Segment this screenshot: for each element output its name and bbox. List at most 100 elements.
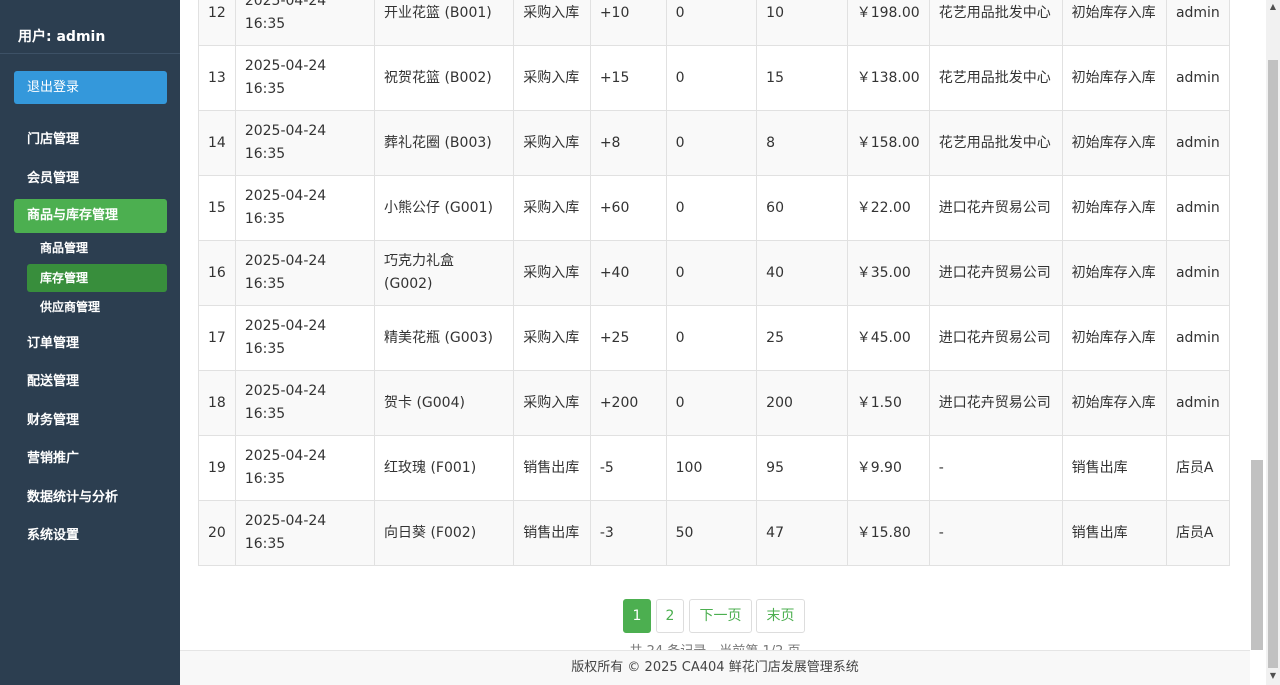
row-operator: 店员A — [1165, 435, 1231, 501]
row-type: 采购入库 — [513, 305, 591, 371]
row-supplier: 花艺用品批发中心 — [928, 110, 1063, 176]
sidebar: 用户: admin 退出登录 门店管理 会员管理 商品与库存管理 商品管理 库存… — [0, 0, 180, 685]
row-stock-before: 0 — [665, 175, 758, 241]
row-time: 2025-04-24 16:35 — [234, 45, 376, 111]
sidebar-item-products-inventory[interactable]: 商品与库存管理 — [14, 199, 167, 233]
row-product: 精美花瓶 (G003) — [374, 305, 515, 371]
row-change: +15 — [589, 45, 667, 111]
sidebar-subitem-suppliers[interactable]: 供应商管理 — [27, 293, 167, 321]
row-product: 贺卡 (G004) — [374, 370, 515, 436]
table-row: 19 2025-04-24 16:35 红玫瑰 (F001) 销售出库 -5 100 95 ￥… — [198, 435, 1231, 501]
row-note: 初始库存入库 — [1061, 110, 1167, 176]
row-price: ￥9.90 — [846, 435, 930, 501]
row-time: 2025-04-24 16:35 — [234, 175, 376, 241]
row-stock-before: 0 — [665, 110, 758, 176]
row-supplier: - — [928, 500, 1063, 566]
sidebar-item-finance[interactable]: 财务管理 — [14, 404, 167, 438]
sidebar-subitem-inventory[interactable]: 库存管理 — [27, 264, 167, 292]
row-stock-before: 0 — [665, 370, 758, 436]
row-operator: admin — [1165, 305, 1231, 371]
row-supplier: 花艺用品批发中心 — [928, 45, 1063, 111]
row-id: 14 — [198, 110, 236, 176]
row-time: 2025-04-24 16:35 — [234, 370, 376, 436]
sidebar-item-marketing[interactable]: 营销推广 — [14, 442, 167, 476]
row-supplier: 进口花卉贸易公司 — [928, 370, 1063, 436]
row-note: 初始库存入库 — [1061, 0, 1167, 46]
row-operator: 店员A — [1165, 500, 1231, 566]
page-2-button[interactable]: 2 — [656, 599, 684, 633]
row-price: ￥158.00 — [846, 110, 930, 176]
row-operator: admin — [1165, 110, 1231, 176]
row-stock-before: 0 — [665, 0, 758, 46]
row-price: ￥198.00 — [846, 0, 930, 46]
sidebar-divider — [0, 53, 180, 54]
row-change: +60 — [589, 175, 667, 241]
row-stock-before: 0 — [665, 305, 758, 371]
row-id: 20 — [198, 500, 236, 566]
row-operator: admin — [1165, 45, 1231, 111]
inner-scrollbar-thumb[interactable] — [1251, 460, 1263, 650]
row-product: 小熊公仔 (G001) — [374, 175, 515, 241]
page-1-button[interactable]: 1 — [623, 599, 651, 633]
row-change: +40 — [589, 240, 667, 306]
row-change: +200 — [589, 370, 667, 436]
row-time: 2025-04-24 16:35 — [234, 305, 376, 371]
row-id: 12 — [198, 0, 236, 46]
row-stock-before: 0 — [665, 240, 758, 306]
sidebar-item-orders[interactable]: 订单管理 — [14, 327, 167, 361]
inventory-records-table: 12 2025-04-24 16:35 开业花篮 (B001) 采购入库 +10 0 10 ￥… — [198, 0, 1231, 566]
row-supplier: 进口花卉贸易公司 — [928, 175, 1063, 241]
row-note: 初始库存入库 — [1061, 175, 1167, 241]
sidebar-item-analytics[interactable]: 数据统计与分析 — [14, 481, 167, 515]
table-row: 13 2025-04-24 16:35 祝贺花篮 (B002) 采购入库 +15 0 15 ￥… — [198, 45, 1231, 111]
row-price: ￥35.00 — [846, 240, 930, 306]
row-supplier: 进口花卉贸易公司 — [928, 305, 1063, 371]
sidebar-item-delivery[interactable]: 配送管理 — [14, 365, 167, 399]
sidebar-subitem-products[interactable]: 商品管理 — [27, 234, 167, 262]
scroll-down-arrow-icon[interactable]: ▼ — [1266, 671, 1280, 680]
row-product: 向日葵 (F002) — [374, 500, 515, 566]
scroll-up-arrow-icon[interactable]: ▲ — [1266, 2, 1280, 11]
sidebar-item-members[interactable]: 会员管理 — [14, 162, 167, 196]
row-change: -3 — [589, 500, 667, 566]
row-stock-before: 50 — [665, 500, 758, 566]
row-time: 2025-04-24 16:35 — [234, 110, 376, 176]
row-type: 采购入库 — [513, 0, 591, 46]
row-stock-after: 8 — [756, 110, 848, 176]
row-price: ￥1.50 — [846, 370, 930, 436]
next-page-button[interactable]: 下一页 — [689, 599, 752, 633]
footer-copyright: 版权所有 © 2025 CA404 鲜花门店发展管理系统 — [180, 650, 1250, 685]
row-change: +8 — [589, 110, 667, 176]
row-change: -5 — [589, 435, 667, 501]
row-price: ￥15.80 — [846, 500, 930, 566]
row-product: 开业花篮 (B001) — [374, 0, 515, 46]
row-operator: admin — [1165, 370, 1231, 436]
row-note: 销售出库 — [1061, 435, 1167, 501]
table-row: 12 2025-04-24 16:35 开业花篮 (B001) 采购入库 +10 0 10 ￥… — [198, 0, 1231, 46]
row-id: 19 — [198, 435, 236, 501]
sidebar-item-settings[interactable]: 系统设置 — [14, 519, 167, 553]
sidebar-item-store[interactable]: 门店管理 — [14, 123, 167, 157]
row-stock-after: 200 — [756, 370, 848, 436]
row-operator: admin — [1165, 175, 1231, 241]
table-row: 16 2025-04-24 16:35 巧克力礼盒 (G002) 采购入库 +40 0 40… — [198, 240, 1231, 306]
row-time: 2025-04-24 16:35 — [234, 500, 376, 566]
page-scrollbar-thumb[interactable] — [1268, 60, 1278, 668]
row-note: 初始库存入库 — [1061, 45, 1167, 111]
row-product: 祝贺花篮 (B002) — [374, 45, 515, 111]
row-note: 初始库存入库 — [1061, 240, 1167, 306]
logout-button[interactable]: 退出登录 — [14, 71, 167, 104]
row-id: 18 — [198, 370, 236, 436]
row-stock-after: 40 — [756, 240, 848, 306]
row-supplier: - — [928, 435, 1063, 501]
table-row: 20 2025-04-24 16:35 向日葵 (F002) 销售出库 -3 50 47 ￥1… — [198, 500, 1231, 566]
row-stock-before: 0 — [665, 45, 758, 111]
last-page-button[interactable]: 末页 — [756, 599, 805, 633]
row-id: 16 — [198, 240, 236, 306]
row-type: 采购入库 — [513, 370, 591, 436]
row-stock-after: 15 — [756, 45, 848, 111]
row-operator: admin — [1165, 240, 1231, 306]
table-row: 14 2025-04-24 16:35 葬礼花圈 (B003) 采购入库 +8 0 8 ￥15… — [198, 110, 1231, 176]
table-row: 17 2025-04-24 16:35 精美花瓶 (G003) 采购入库 +25 0 25 ￥… — [198, 305, 1231, 371]
row-product: 红玫瑰 (F001) — [374, 435, 515, 501]
